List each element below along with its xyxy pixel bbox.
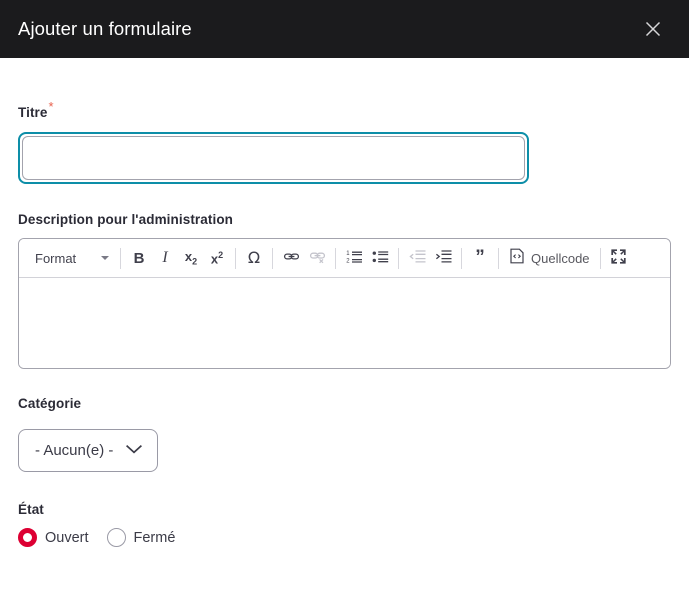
superscript-icon: x2	[210, 249, 224, 267]
page-title: Ajouter un formulaire	[18, 17, 192, 39]
description-field-group: Description pour l'administration Format…	[18, 184, 671, 369]
category-select[interactable]: - Aucun(e) -	[18, 429, 159, 472]
close-button[interactable]	[633, 9, 673, 49]
indent-icon	[435, 248, 452, 268]
toolbar-separator	[235, 247, 236, 269]
italic-icon: I	[162, 249, 168, 266]
maximize-button[interactable]	[606, 245, 632, 271]
italic-button[interactable]: I	[152, 245, 178, 271]
state-radio-ferme[interactable]: Fermé	[106, 528, 176, 547]
chevron-down-icon	[125, 442, 143, 460]
category-selected-value: - Aucun(e) -	[35, 442, 114, 459]
toolbar-separator	[498, 247, 499, 269]
close-icon	[643, 19, 663, 39]
rich-text-editor: Format B I x2 x2 Ω 1 2 ” Quellcode	[18, 238, 671, 369]
dialog-header: Ajouter un formulaire	[0, 0, 689, 58]
dialog-body: Titre* Description pour l'administration…	[0, 58, 689, 547]
editor-content-area[interactable]	[19, 278, 670, 368]
toolbar-separator	[272, 247, 273, 269]
bulleted-list-button[interactable]	[367, 245, 393, 271]
category-label-row: Catégorie	[18, 396, 671, 411]
bold-icon: B	[133, 249, 145, 267]
link-button[interactable]	[278, 245, 304, 271]
indent-button[interactable]	[430, 245, 456, 271]
maximize-icon	[610, 248, 627, 268]
format-dropdown-label: Format	[35, 250, 77, 266]
state-radio-ouvert-label: Ouvert	[45, 529, 89, 546]
title-field-group: Titre*	[18, 58, 671, 184]
title-input-focus-ring	[18, 132, 529, 184]
radio-unselected-icon	[106, 528, 126, 547]
blockquote-icon: ”	[475, 247, 485, 269]
superscript-button[interactable]: x2	[204, 245, 230, 271]
toolbar-separator	[461, 247, 462, 269]
source-code-icon	[509, 248, 525, 269]
state-radio-ferme-label: Fermé	[133, 529, 176, 546]
format-dropdown[interactable]: Format	[25, 244, 115, 272]
category-label: Catégorie	[18, 396, 82, 411]
title-label-row: Titre*	[18, 100, 671, 122]
toolbar-separator	[398, 247, 399, 269]
state-radio-ouvert[interactable]: Ouvert	[18, 528, 89, 547]
unlink-icon	[309, 248, 326, 268]
subscript-button[interactable]: x2	[178, 245, 204, 271]
category-field-group: Catégorie - Aucun(e) -	[18, 369, 671, 472]
state-field-group: État Ouvert Fermé	[18, 472, 671, 547]
special-character-button[interactable]: Ω	[241, 245, 267, 271]
numbered-list-button[interactable]: 1 2	[341, 245, 367, 271]
source-code-button[interactable]: Quellcode	[504, 245, 595, 271]
source-code-label: Quellcode	[531, 250, 590, 266]
title-input[interactable]	[22, 136, 525, 180]
numbered-list-icon: 1 2	[346, 248, 363, 268]
radio-selected-icon	[18, 528, 37, 547]
bold-button[interactable]: B	[126, 245, 152, 271]
toolbar-separator	[335, 247, 336, 269]
toolbar-separator	[599, 247, 601, 269]
link-icon	[283, 248, 300, 268]
outdent-icon	[408, 248, 426, 268]
unlink-button[interactable]	[304, 245, 330, 271]
state-label: État	[18, 502, 44, 517]
svg-text:2: 2	[346, 259, 350, 265]
title-label: Titre	[18, 105, 48, 120]
editor-toolbar: Format B I x2 x2 Ω 1 2 ” Quellcode	[19, 239, 670, 278]
description-label: Description pour l'administration	[18, 212, 234, 227]
state-radio-group: Ouvert Fermé	[18, 528, 671, 547]
svg-text:1: 1	[346, 251, 350, 257]
blockquote-button[interactable]: ”	[467, 245, 493, 271]
outdent-button[interactable]	[404, 245, 430, 271]
subscript-icon: x2	[184, 249, 198, 267]
toolbar-separator	[120, 247, 121, 269]
omega-icon: Ω	[247, 248, 261, 267]
description-label-row: Description pour l'administration	[18, 212, 671, 227]
bulleted-list-icon	[372, 248, 389, 268]
required-asterisk: *	[48, 98, 54, 114]
chevron-down-icon	[101, 256, 109, 260]
state-label-row: État	[18, 502, 671, 517]
